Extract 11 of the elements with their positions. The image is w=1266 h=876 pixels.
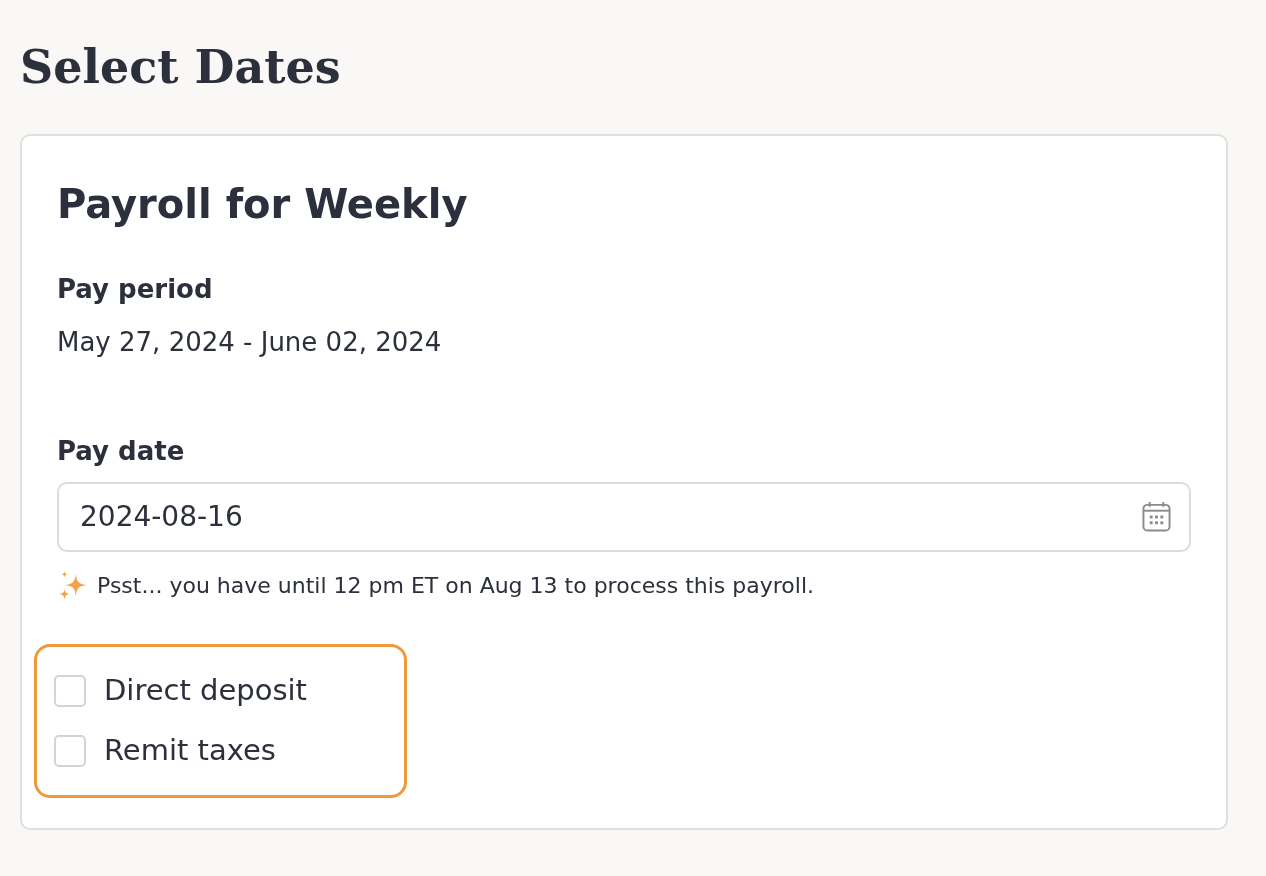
- pay-period-text: May 27, 2024 - June 02, 2024: [57, 327, 442, 359]
- checkbox-label: Remit taxes: [104, 736, 276, 766]
- date-field[interactable]: 2024-08-16: [57, 481, 1191, 552]
- hint-text: Psst... you have until 12 pm ET on Aug 13 to process this payroll.: [97, 573, 815, 599]
- checkbox[interactable]: [54, 674, 86, 707]
- calendar-icon[interactable]: [1142, 501, 1171, 533]
- checkbox[interactable]: [54, 734, 86, 767]
- page-title: Select Dates: [20, 44, 341, 90]
- checkbox-label: Direct deposit: [104, 676, 307, 706]
- field-label: Pay period: [57, 274, 213, 306]
- field-label: Pay date: [57, 436, 185, 468]
